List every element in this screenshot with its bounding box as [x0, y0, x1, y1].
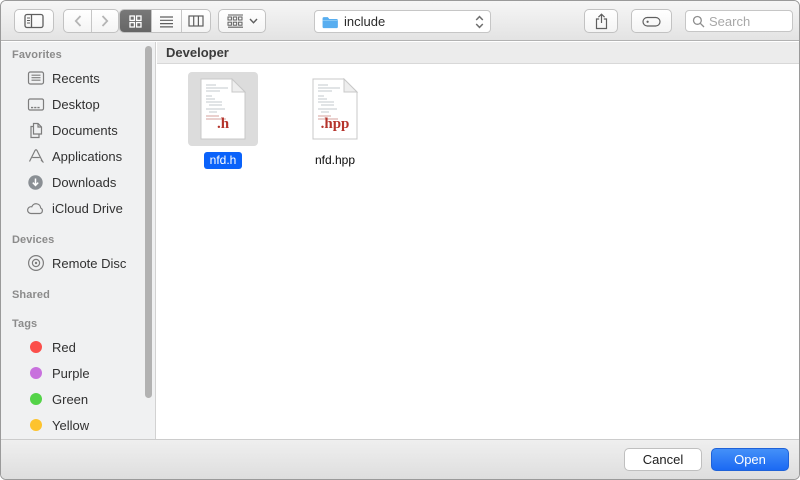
chevron-left-icon: [74, 15, 82, 27]
sidebar-section-header: Tags: [1, 314, 155, 334]
column-view-button[interactable]: [181, 10, 210, 32]
sidebar-section: Favorites Recents Desktop Documents Appl…: [1, 45, 155, 221]
share-button[interactable]: [584, 9, 618, 33]
sidebar-sections: Favorites Recents Desktop Documents Appl…: [1, 45, 155, 439]
chevron-right-icon: [101, 15, 109, 27]
tag-dot-icon: [26, 390, 45, 409]
column-view-icon: [188, 15, 204, 27]
sidebar: Favorites Recents Desktop Documents Appl…: [1, 42, 156, 439]
grid-view-icon: [129, 15, 142, 28]
recents-icon: [26, 69, 45, 88]
search-field[interactable]: [685, 10, 793, 32]
search-input[interactable]: [709, 14, 781, 29]
desktop-icon: [26, 95, 45, 114]
group-by-icon: [227, 14, 244, 28]
file-browser: Developer .h nfd.h: [157, 42, 799, 439]
list-view-button[interactable]: [151, 10, 181, 32]
view-mode-group: [119, 9, 211, 33]
sidebar-toggle-button[interactable]: [14, 9, 54, 33]
file-grid: .h nfd.h .hpp: [157, 64, 799, 169]
document-icon: .h: [198, 78, 248, 140]
forward-button[interactable]: [91, 10, 118, 32]
search-icon: [692, 15, 705, 28]
file-extension: .hpp: [310, 116, 360, 133]
folder-icon: [321, 15, 339, 29]
sidebar-toggle-icon: [24, 13, 44, 29]
edit-tags-button[interactable]: [631, 9, 672, 33]
sidebar-section: Devices Remote Disc: [1, 230, 155, 276]
sidebar-item-desktop[interactable]: Desktop: [1, 91, 155, 117]
open-button[interactable]: Open: [711, 448, 789, 471]
file-extension: .h: [198, 116, 248, 133]
back-forward-group: [63, 9, 119, 33]
sidebar-item-remote-disc[interactable]: Remote Disc: [1, 250, 155, 276]
file-item-nfd-hpp[interactable]: .hpp nfd.hpp: [289, 72, 381, 169]
tag-icon: [642, 14, 661, 29]
documents-icon: [26, 121, 45, 140]
tag-dot-icon: [26, 338, 45, 357]
toolbar: include: [1, 1, 799, 41]
sidebar-item-red[interactable]: Red: [1, 334, 155, 360]
file-label: nfd.h: [204, 152, 243, 169]
applications-icon: [26, 147, 45, 166]
sidebar-item-green[interactable]: Green: [1, 386, 155, 412]
icloud-icon: [26, 199, 45, 218]
group-header: Developer: [157, 42, 799, 64]
chevron-down-icon: [249, 18, 258, 24]
sidebar-section-header: Shared: [1, 285, 155, 305]
document-icon: .hpp: [310, 78, 360, 140]
downloads-icon: [26, 173, 45, 192]
share-icon: [594, 13, 609, 30]
list-view-icon: [159, 15, 174, 28]
sidebar-item-purple[interactable]: Purple: [1, 360, 155, 386]
sidebar-item-downloads[interactable]: Downloads: [1, 169, 155, 195]
sidebar-item-documents[interactable]: Documents: [1, 117, 155, 143]
sidebar-section: Shared: [1, 285, 155, 305]
sidebar-section-header: Devices: [1, 230, 155, 250]
tag-dot-icon: [26, 416, 45, 435]
tag-dot-icon: [26, 364, 45, 383]
popup-updown-chevrons-icon: [474, 15, 485, 29]
sidebar-item-applications[interactable]: Applications: [1, 143, 155, 169]
cancel-button[interactable]: Cancel: [624, 448, 702, 471]
footer-bar: Cancel Open: [1, 439, 799, 479]
path-popup[interactable]: include: [314, 10, 491, 33]
file-label: nfd.hpp: [309, 152, 361, 169]
path-popup-label: include: [344, 14, 385, 29]
disc-icon: [26, 254, 45, 273]
sidebar-section: Tags Red Purple Green Yellow: [1, 314, 155, 439]
sidebar-item-icloud-drive[interactable]: iCloud Drive: [1, 195, 155, 221]
icon-view-button[interactable]: [120, 10, 151, 32]
back-button[interactable]: [64, 10, 91, 32]
file-item-nfd-h[interactable]: .h nfd.h: [177, 72, 269, 169]
sidebar-item-yellow[interactable]: Yellow: [1, 412, 155, 438]
open-file-dialog: include: [0, 0, 800, 480]
sidebar-section-header: Favorites: [1, 45, 155, 65]
group-by-button[interactable]: [218, 9, 266, 33]
sidebar-scrollbar[interactable]: [145, 46, 152, 398]
sidebar-item-recents[interactable]: Recents: [1, 65, 155, 91]
